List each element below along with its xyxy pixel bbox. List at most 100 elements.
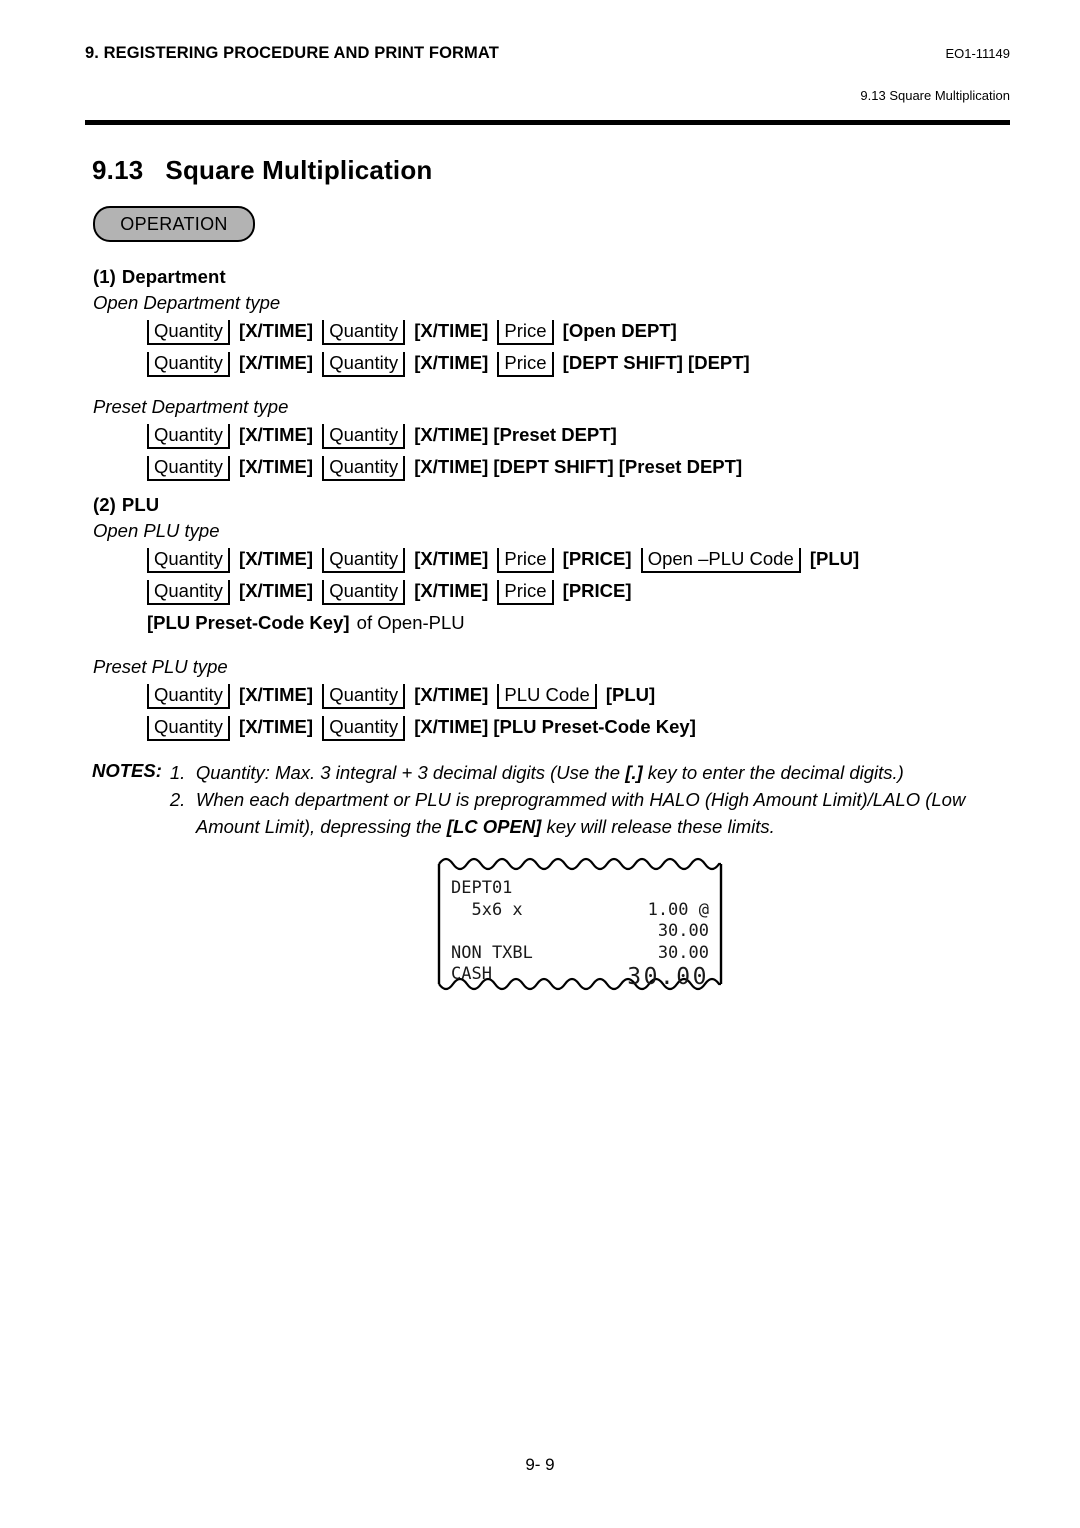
note-number: 1. <box>169 762 186 783</box>
note-text: Quantity: Max. 3 integral + 3 decimal di… <box>195 762 626 783</box>
key-label: [PRICE] <box>562 579 632 601</box>
key-label: [X/TIME] [PLU Preset-Code Key] <box>414 715 696 737</box>
key-sequence: Quantity [X/TIME] Quantity [X/TIME] Pric… <box>145 348 1023 378</box>
operand-box: Quantity <box>322 351 406 377</box>
chapter-title: 9. REGISTERING PROCEDURE AND PRINT FORMA… <box>85 44 499 62</box>
key-sequence: Quantity [X/TIME] Quantity [X/TIME] [PLU… <box>145 712 1023 742</box>
page-footer: 9- 9 <box>0 1455 1080 1475</box>
key-label: [X/TIME] [Preset DEPT] <box>414 423 617 445</box>
receipt-line-amount: 1.00 @ <box>647 899 709 920</box>
page-number: 9- 9 <box>525 1455 555 1474</box>
operand-box: Quantity <box>322 455 406 481</box>
operand-box: Quantity <box>322 320 406 345</box>
note-text: Amount Limit), depressing the <box>195 815 447 837</box>
key-label: [X/TIME] <box>414 547 489 569</box>
note-key-label: [.] <box>625 762 643 783</box>
receipt-lines: DEPT01 5x6 x 1.00 @30.00 NON TXBL 30.00 CASH… <box>451 878 709 989</box>
note-body: Quantity: Max. 3 integral + 3 decimal di… <box>196 760 1012 787</box>
sequence-text: of Open-PLU <box>356 611 465 633</box>
operand-box: Quantity <box>322 547 406 573</box>
receipt-line-label: 5x6 x <box>451 899 523 920</box>
note-body: When each department or PLU is preprogra… <box>196 787 1012 814</box>
operand-box: Quantity <box>147 715 230 741</box>
key-label: [PRICE] <box>562 547 632 569</box>
key-sequence: Quantity [X/TIME] Quantity [X/TIME] Pric… <box>145 544 1023 574</box>
key-sequence: Quantity [X/TIME] Quantity [X/TIME] Pric… <box>145 316 1023 346</box>
note-number: 2. <box>169 788 186 810</box>
receipt-sample: DEPT01 5x6 x 1.00 @30.00 NON TXBL 30.00 CASH… <box>437 856 723 992</box>
key-sequence: Quantity [X/TIME] Quantity [X/TIME] PLU … <box>145 680 1023 710</box>
operand-box: Quantity <box>147 547 230 573</box>
page-header: 9. REGISTERING PROCEDURE AND PRINT FORMA… <box>85 44 1010 103</box>
operand-box: Quantity <box>322 683 406 709</box>
key-label: [X/TIME] <box>239 351 314 373</box>
type-heading: Preset PLU type <box>93 655 228 677</box>
receipt-line: CASH 30.00 <box>451 964 709 989</box>
operand-box: Quantity <box>147 683 230 709</box>
group-heading: (1) Department <box>93 266 1023 288</box>
receipt-line: DEPT01 <box>451 878 709 900</box>
key-label: [Open DEPT] <box>562 320 677 341</box>
header-divider <box>85 120 1010 125</box>
group-heading: (2) PLU <box>93 494 1023 516</box>
section-number: 9.13 <box>92 155 144 185</box>
group-index: (2) <box>93 493 116 515</box>
receipt-line: 30.00 <box>451 921 709 943</box>
note-item: 2. When each department or PLU is preprog… <box>170 787 1012 814</box>
key-label: [X/TIME] [DEPT SHIFT] [Preset DEPT] <box>414 455 743 477</box>
key-label: [X/TIME] <box>414 320 489 341</box>
receipt-line: NON TXBL 30.00 <box>451 943 709 965</box>
key-label: [PLU] <box>605 683 656 705</box>
operand-box: Price <box>497 320 554 345</box>
key-label: [X/TIME] <box>239 683 314 705</box>
procedure-content: (1) Department Open Department type Quantit… <box>93 266 1023 754</box>
section-title-text: Square Multiplication <box>165 155 433 185</box>
key-label: [X/TIME] <box>239 320 314 341</box>
operand-box: Quantity <box>322 579 406 605</box>
receipt-line-amount: 30.00 <box>657 942 709 963</box>
operand-box: Quantity <box>147 320 230 345</box>
receipt-line-label: CASH <box>451 964 492 985</box>
key-label: [DEPT SHIFT] [DEPT] <box>562 351 750 373</box>
key-label: [X/TIME] <box>239 715 314 737</box>
running-head: 9.13 Square Multiplication <box>860 88 1010 103</box>
operand-box: Price <box>497 579 554 605</box>
operand-box: Quantity <box>147 455 230 481</box>
group-name: Department <box>121 266 226 287</box>
notes-label: NOTES: <box>92 760 162 781</box>
operand-box: Open –PLU Code <box>640 547 801 573</box>
note-item: 1. Quantity: Max. 3 integral + 3 decimal … <box>170 760 1012 787</box>
header-top-row: 9. REGISTERING PROCEDURE AND PRINT FORMA… <box>85 44 1010 63</box>
key-label: [X/TIME] <box>239 455 314 477</box>
type-heading: Open PLU type <box>93 519 220 541</box>
note-key-label: [LC OPEN] <box>446 815 542 837</box>
key-label: [PLU] <box>809 547 860 569</box>
page-title: 9.13 Square Multiplication <box>92 155 433 186</box>
receipt-line-label: NON TXBL <box>451 942 533 963</box>
key-label: [X/TIME] <box>239 579 314 601</box>
key-sequence-continuation: [PLU Preset-Code Key] of Open-PLU <box>145 608 1023 638</box>
note-continuation: Amount Limit), depressing the [LC OPEN] … <box>170 814 1012 841</box>
document-code: EO1-11149 <box>945 46 1010 61</box>
notes-list: 1. Quantity: Max. 3 integral + 3 decimal … <box>170 760 1012 840</box>
operand-box: Quantity <box>147 579 230 605</box>
key-label: [X/TIME] <box>414 351 489 373</box>
operation-badge-label: OPERATION <box>120 213 228 234</box>
key-sequence: Quantity [X/TIME] Quantity [X/TIME] [Pre… <box>145 420 1023 450</box>
operand-box: Quantity <box>147 351 230 377</box>
key-sequence: Quantity [X/TIME] Quantity [X/TIME] Pric… <box>145 576 1023 606</box>
group-name: PLU <box>121 493 160 515</box>
receipt-line-amount: 30.00 <box>657 921 709 942</box>
operand-box: Quantity <box>147 423 230 449</box>
key-label: [X/TIME] <box>239 423 314 445</box>
receipt-line-label: DEPT01 <box>451 878 513 898</box>
operand-box: Price <box>497 351 554 377</box>
notes-block: NOTES: 1. Quantity: Max. 3 integral + 3 d… <box>92 760 1012 840</box>
operand-box: Quantity <box>322 423 406 449</box>
operand-box: Quantity <box>322 715 406 741</box>
key-sequence: Quantity [X/TIME] Quantity [X/TIME] [DEP… <box>145 452 1023 482</box>
receipt-line: 5x6 x 1.00 @ <box>451 900 709 922</box>
group-index: (1) <box>93 266 116 287</box>
operand-box: PLU Code <box>497 683 597 709</box>
key-label: [X/TIME] <box>239 547 314 569</box>
